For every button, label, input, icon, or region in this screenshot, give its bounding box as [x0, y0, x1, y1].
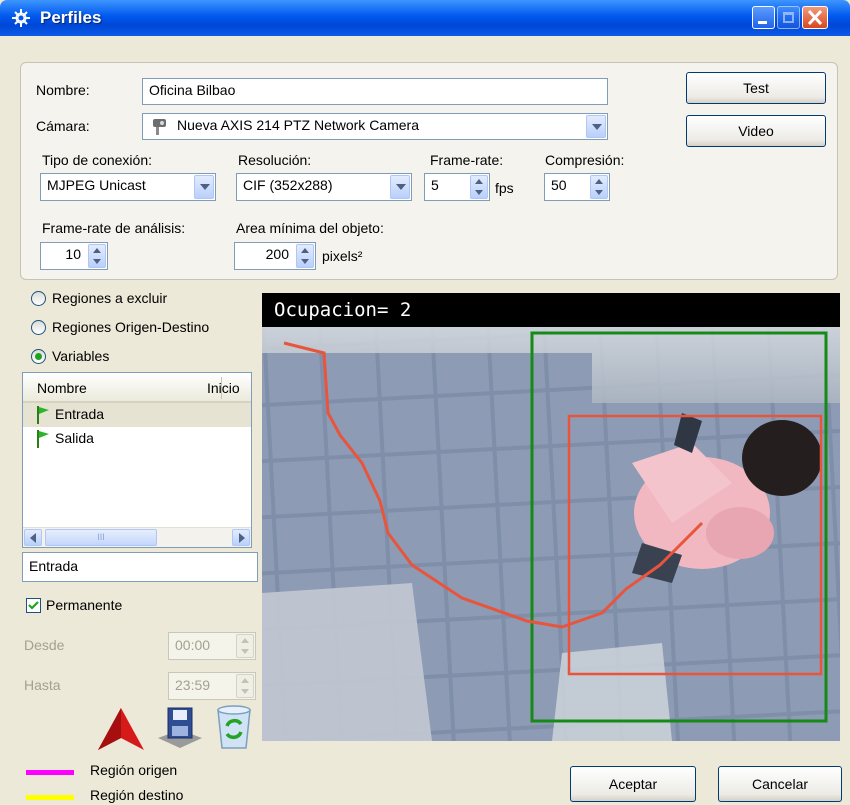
column-header-inicio[interactable]: Inicio [207, 380, 240, 396]
chevron-left-icon [30, 533, 36, 543]
horizontal-scrollbar[interactable]: III [23, 527, 251, 547]
recycle-bin-icon[interactable] [212, 702, 256, 750]
gear-icon [12, 9, 30, 27]
chevron-down-icon[interactable] [390, 175, 410, 199]
desde-input[interactable]: 00:00 [168, 632, 256, 660]
regiones-excluir-radio[interactable] [31, 291, 46, 306]
nombre-input[interactable]: Oficina Bilbao [142, 78, 608, 105]
compresion-value: 50 [551, 177, 567, 193]
video-button[interactable]: Video [686, 115, 826, 147]
region-destino-swatch [26, 795, 74, 800]
video-preview[interactable]: Ocupacion= 2 [262, 293, 840, 741]
framerate-label: Frame-rate: [430, 152, 504, 168]
maximize-icon [783, 12, 794, 23]
permanente-label[interactable]: Permanente [46, 597, 122, 613]
area-minima-value: 200 [265, 246, 289, 262]
scroll-thumb[interactable]: III [45, 529, 157, 546]
tipo-conexion-value: MJPEG Unicast [47, 177, 146, 193]
area-minima-spinner[interactable] [296, 244, 314, 268]
resolucion-value: CIF (352x288) [243, 177, 333, 193]
compresion-spinner[interactable] [590, 175, 608, 199]
framerate-analisis-value: 10 [65, 246, 81, 262]
chevron-down-icon[interactable] [586, 115, 606, 138]
cancelar-button[interactable]: Cancelar [718, 766, 842, 802]
camara-value: Nueva AXIS 214 PTZ Network Camera [177, 117, 419, 133]
list-item-label: Salida [55, 430, 94, 446]
regiones-origen-destino-label[interactable]: Regiones Origen-Destino [52, 319, 209, 335]
hasta-label: Hasta [24, 677, 61, 693]
close-icon [807, 9, 823, 26]
close-button[interactable] [802, 6, 828, 29]
framerate-analisis-spinner[interactable] [88, 244, 106, 268]
detection-overlay [283, 331, 828, 723]
aceptar-button[interactable]: Aceptar [570, 766, 696, 802]
variable-name-input[interactable]: Entrada [22, 552, 258, 582]
list-item[interactable]: Entrada [23, 403, 251, 427]
tipo-conexion-label: Tipo de conexión: [42, 152, 152, 168]
test-button[interactable]: Test [686, 72, 826, 104]
minimize-button[interactable] [752, 6, 775, 29]
occupancy-text: Ocupacion= 2 [274, 299, 412, 321]
area-minima-input[interactable]: 200 [234, 242, 316, 270]
hasta-value: 23:59 [175, 677, 211, 693]
regiones-excluir-label[interactable]: Regiones a excluir [52, 290, 167, 306]
red-arrow-icon[interactable] [96, 706, 146, 752]
camera-icon [153, 119, 166, 135]
hasta-spinner[interactable] [236, 674, 254, 698]
scroll-thumb-grip: III [97, 532, 105, 542]
framerate-analisis-input[interactable]: 10 [40, 242, 108, 270]
list-item[interactable]: Salida [23, 427, 251, 451]
green-flag-icon [37, 406, 49, 424]
video-overlay-bar: Ocupacion= 2 [262, 293, 840, 327]
framerate-analisis-label: Frame-rate de análisis: [42, 220, 186, 236]
desde-spinner[interactable] [236, 634, 254, 658]
inner-detection-box [567, 414, 823, 676]
desde-label: Desde [24, 637, 65, 653]
list-header: Nombre Inicio [23, 373, 251, 403]
green-flag-icon [37, 430, 49, 448]
resolucion-select[interactable]: CIF (352x288) [236, 173, 412, 201]
maximize-button[interactable] [777, 6, 800, 29]
framerate-spinner[interactable] [470, 175, 488, 199]
track-path [283, 341, 704, 629]
region-destino-label: Región destino [90, 787, 184, 803]
scroll-right-button[interactable] [232, 529, 250, 546]
window-title: Perfiles [40, 8, 102, 27]
pixels-unit-label: pixels² [322, 248, 363, 264]
save-disk-icon[interactable] [154, 704, 206, 750]
region-origen-label: Región origen [90, 762, 178, 778]
hasta-input[interactable]: 23:59 [168, 672, 256, 700]
scroll-left-button[interactable] [24, 529, 42, 546]
outer-detection-box [530, 331, 828, 723]
chevron-right-icon [239, 533, 245, 543]
list-item-label: Entrada [55, 406, 105, 422]
camara-select[interactable]: Nueva AXIS 214 PTZ Network Camera [142, 113, 608, 140]
resolucion-label: Resolución: [238, 152, 312, 168]
checkmark-icon [28, 601, 39, 610]
desde-value: 00:00 [175, 637, 211, 653]
variables-list[interactable]: Nombre Inicio Entrada Salida III [22, 372, 252, 548]
region-origen-swatch [26, 770, 74, 775]
nombre-label: Nombre: [36, 82, 90, 98]
variables-label[interactable]: Variables [52, 348, 109, 364]
column-header-nombre[interactable]: Nombre [37, 380, 87, 396]
framerate-input[interactable]: 5 [424, 173, 490, 201]
tipo-conexion-select[interactable]: MJPEG Unicast [40, 173, 216, 201]
minimize-icon [758, 21, 767, 24]
area-minima-label: Area mínima del objeto: [236, 220, 384, 236]
permanente-checkbox[interactable] [26, 598, 41, 613]
camara-label: Cámara: [36, 118, 90, 134]
variables-radio[interactable] [31, 349, 46, 364]
framerate-value: 5 [431, 177, 439, 193]
compresion-input[interactable]: 50 [544, 173, 610, 201]
regiones-origen-destino-radio[interactable] [31, 320, 46, 335]
title-bar[interactable]: Perfiles [0, 0, 850, 36]
chevron-down-icon[interactable] [194, 175, 214, 199]
compresion-label: Compresión: [545, 152, 625, 168]
fps-unit-label: fps [495, 180, 514, 196]
